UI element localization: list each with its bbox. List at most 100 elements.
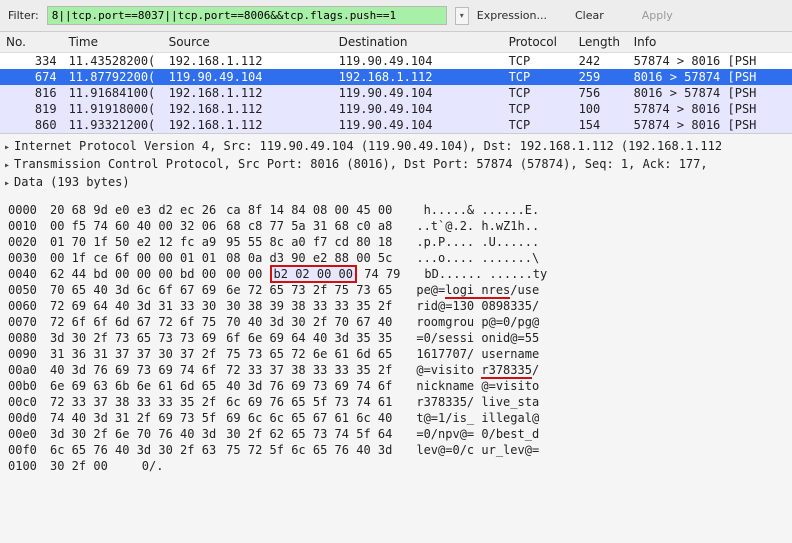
hex-bytes: 6e 69 63 6b 6e 61 6d 6540 3d 76 69 73 69… — [50, 378, 392, 394]
filter-label: Filter: — [8, 9, 39, 22]
packet-cell: 119.90.49.104 — [333, 117, 503, 133]
packet-cell: 242 — [573, 53, 628, 70]
hex-offset: 0060 — [8, 298, 50, 314]
packet-cell: TCP — [503, 117, 573, 133]
hex-line[interactable]: 001000 f5 74 60 40 00 32 0668 c8 77 5a 3… — [8, 218, 784, 234]
tree-ip[interactable]: Internet Protocol Version 4, Src: 119.90… — [4, 138, 788, 156]
packet-row[interactable]: 81911.91918000(192.168.1.112119.90.49.10… — [0, 101, 792, 117]
hex-underline: r378335 — [481, 363, 532, 379]
col-source[interactable]: Source — [163, 32, 333, 53]
hex-line[interactable]: 007072 6f 6f 6d 67 72 6f 7570 40 3d 30 2… — [8, 314, 784, 330]
packet-cell: 11.91684100( — [63, 85, 163, 101]
hex-line[interactable]: 000020 68 9d e0 e3 d2 ec 26ca 8f 14 84 0… — [8, 202, 784, 218]
hex-ascii: =0/sessi onid@=55 — [416, 330, 539, 346]
packet-cell: 192.168.1.112 — [163, 85, 333, 101]
filter-dropdown-button[interactable]: ▾ — [455, 7, 469, 25]
packet-list: No. Time Source Destination Protocol Len… — [0, 31, 792, 134]
hex-offset: 00f0 — [8, 442, 50, 458]
packet-cell: 119.90.49.104 — [333, 85, 503, 101]
packet-cell: 192.168.1.112 — [163, 117, 333, 133]
col-destination[interactable]: Destination — [333, 32, 503, 53]
packet-cell: 119.90.49.104 — [333, 101, 503, 117]
hex-ascii: pe@=logi nres/use — [416, 282, 539, 298]
hex-line[interactable]: 009031 36 31 37 37 30 37 2f75 73 65 72 6… — [8, 346, 784, 362]
hex-offset: 0100 — [8, 458, 50, 474]
hex-offset: 00d0 — [8, 410, 50, 426]
packet-cell: 259 — [573, 69, 628, 85]
hex-ascii: h.....& ......E. — [416, 202, 539, 218]
hex-bytes: 3d 30 2f 73 65 73 73 696f 6e 69 64 40 3d… — [50, 330, 392, 346]
col-no[interactable]: No. — [0, 32, 63, 53]
packet-cell: 334 — [0, 53, 63, 70]
hex-line[interactable]: 005070 65 40 3d 6c 6f 67 696e 72 65 73 2… — [8, 282, 784, 298]
hex-bytes: 20 68 9d e0 e3 d2 ec 26ca 8f 14 84 08 00… — [50, 202, 392, 218]
packet-row[interactable]: 67411.87792200(119.90.49.104192.168.1.11… — [0, 69, 792, 85]
protocol-tree: Internet Protocol Version 4, Src: 119.90… — [0, 134, 792, 196]
filter-input[interactable] — [47, 6, 447, 25]
hex-offset: 0050 — [8, 282, 50, 298]
packet-cell: 819 — [0, 101, 63, 117]
col-info[interactable]: Info — [628, 32, 792, 53]
packet-cell: 100 — [573, 101, 628, 117]
hex-bytes: 72 69 64 40 3d 31 33 3030 38 39 38 33 33… — [50, 298, 392, 314]
hex-bytes: 31 36 31 37 37 30 37 2f75 73 65 72 6e 61… — [50, 346, 392, 362]
hex-bytes: 00 1f ce 6f 00 00 01 0108 0a d3 90 e2 88… — [50, 250, 392, 266]
hex-bytes: 40 3d 76 69 73 69 74 6f72 33 37 38 33 33… — [50, 362, 392, 378]
col-length[interactable]: Length — [573, 32, 628, 53]
hex-line[interactable]: 003000 1f ce 6f 00 00 01 0108 0a d3 90 e… — [8, 250, 784, 266]
expression-link[interactable]: Expression... — [477, 9, 547, 22]
hex-line[interactable]: 00b06e 69 63 6b 6e 61 6d 6540 3d 76 69 7… — [8, 378, 784, 394]
packet-cell: 816 — [0, 85, 63, 101]
hex-ascii: ...o.... .......\ — [416, 250, 539, 266]
tree-data[interactable]: Data (193 bytes) — [4, 174, 788, 192]
packet-row[interactable]: 33411.43528200(192.168.1.112119.90.49.10… — [0, 53, 792, 70]
hex-bytes: 70 65 40 3d 6c 6f 67 696e 72 65 73 2f 75… — [50, 282, 392, 298]
hex-ascii: nickname @=visito — [416, 378, 539, 394]
hex-ascii: ..t`@.2. h.wZ1h.. — [416, 218, 539, 234]
hex-line[interactable]: 006072 69 64 40 3d 31 33 3030 38 39 38 3… — [8, 298, 784, 314]
hex-line[interactable]: 00e03d 30 2f 6e 70 76 40 3d30 2f 62 65 7… — [8, 426, 784, 442]
hex-line[interactable]: 00d074 40 3d 31 2f 69 73 5f69 6c 6c 65 6… — [8, 410, 784, 426]
hex-line[interactable]: 002001 70 1f 50 e2 12 fc a995 55 8c a0 f… — [8, 234, 784, 250]
hex-line[interactable]: 004062 44 bd 00 00 00 bd 0000 00 b2 02 0… — [8, 266, 784, 282]
packet-row[interactable]: 81611.91684100(192.168.1.112119.90.49.10… — [0, 85, 792, 101]
hex-bytes: 3d 30 2f 6e 70 76 40 3d30 2f 62 65 73 74… — [50, 426, 392, 442]
hex-bytes: 72 33 37 38 33 33 35 2f6c 69 76 65 5f 73… — [50, 394, 392, 410]
hex-offset: 00b0 — [8, 378, 50, 394]
packet-cell: 57874 > 8016 [PSH — [628, 101, 792, 117]
hex-bytes: 01 70 1f 50 e2 12 fc a995 55 8c a0 f7 cd… — [50, 234, 392, 250]
packet-cell: 57874 > 8016 [PSH — [628, 53, 792, 70]
hex-offset: 00c0 — [8, 394, 50, 410]
packet-cell: 11.91918000( — [63, 101, 163, 117]
hex-line[interactable]: 00a040 3d 76 69 73 69 74 6f72 33 37 38 3… — [8, 362, 784, 378]
hex-bytes: 62 44 bd 00 00 00 bd 0000 00 b2 02 00 00… — [50, 266, 400, 282]
hex-ascii: 1617707/ username — [416, 346, 539, 362]
hex-offset: 00a0 — [8, 362, 50, 378]
packet-cell: 11.43528200( — [63, 53, 163, 70]
hex-ascii: bD...... ......ty — [424, 266, 547, 282]
col-protocol[interactable]: Protocol — [503, 32, 573, 53]
packet-cell: 8016 > 57874 [PSH — [628, 69, 792, 85]
packet-cell: 192.168.1.112 — [333, 69, 503, 85]
hex-line[interactable]: 00c072 33 37 38 33 33 35 2f6c 69 76 65 5… — [8, 394, 784, 410]
packet-row[interactable]: 86011.93321200(192.168.1.112119.90.49.10… — [0, 117, 792, 133]
packet-cell: TCP — [503, 69, 573, 85]
hex-offset: 0030 — [8, 250, 50, 266]
filter-bar: Filter: ▾ Expression... Clear Apply — [0, 0, 792, 31]
clear-button[interactable]: Clear — [575, 9, 604, 22]
hex-bytes: 74 40 3d 31 2f 69 73 5f69 6c 6c 65 67 61… — [50, 410, 392, 426]
tree-tcp[interactable]: Transmission Control Protocol, Src Port:… — [4, 156, 788, 174]
packet-cell: 154 — [573, 117, 628, 133]
packet-header-row: No. Time Source Destination Protocol Len… — [0, 32, 792, 53]
apply-button[interactable]: Apply — [642, 9, 673, 22]
packet-cell: 756 — [573, 85, 628, 101]
hex-ascii: .p.P.... .U...... — [416, 234, 539, 250]
col-time[interactable]: Time — [63, 32, 163, 53]
hex-offset: 0070 — [8, 314, 50, 330]
hex-ascii: @=visito r378335/ — [416, 362, 539, 378]
hex-line[interactable]: 00803d 30 2f 73 65 73 73 696f 6e 69 64 4… — [8, 330, 784, 346]
hex-bytes: 30 2f 00 — [50, 458, 118, 474]
hex-line[interactable]: 010030 2f 000/. — [8, 458, 784, 474]
packet-cell: 57874 > 8016 [PSH — [628, 117, 792, 133]
hex-line[interactable]: 00f06c 65 76 40 3d 30 2f 6375 72 5f 6c 6… — [8, 442, 784, 458]
